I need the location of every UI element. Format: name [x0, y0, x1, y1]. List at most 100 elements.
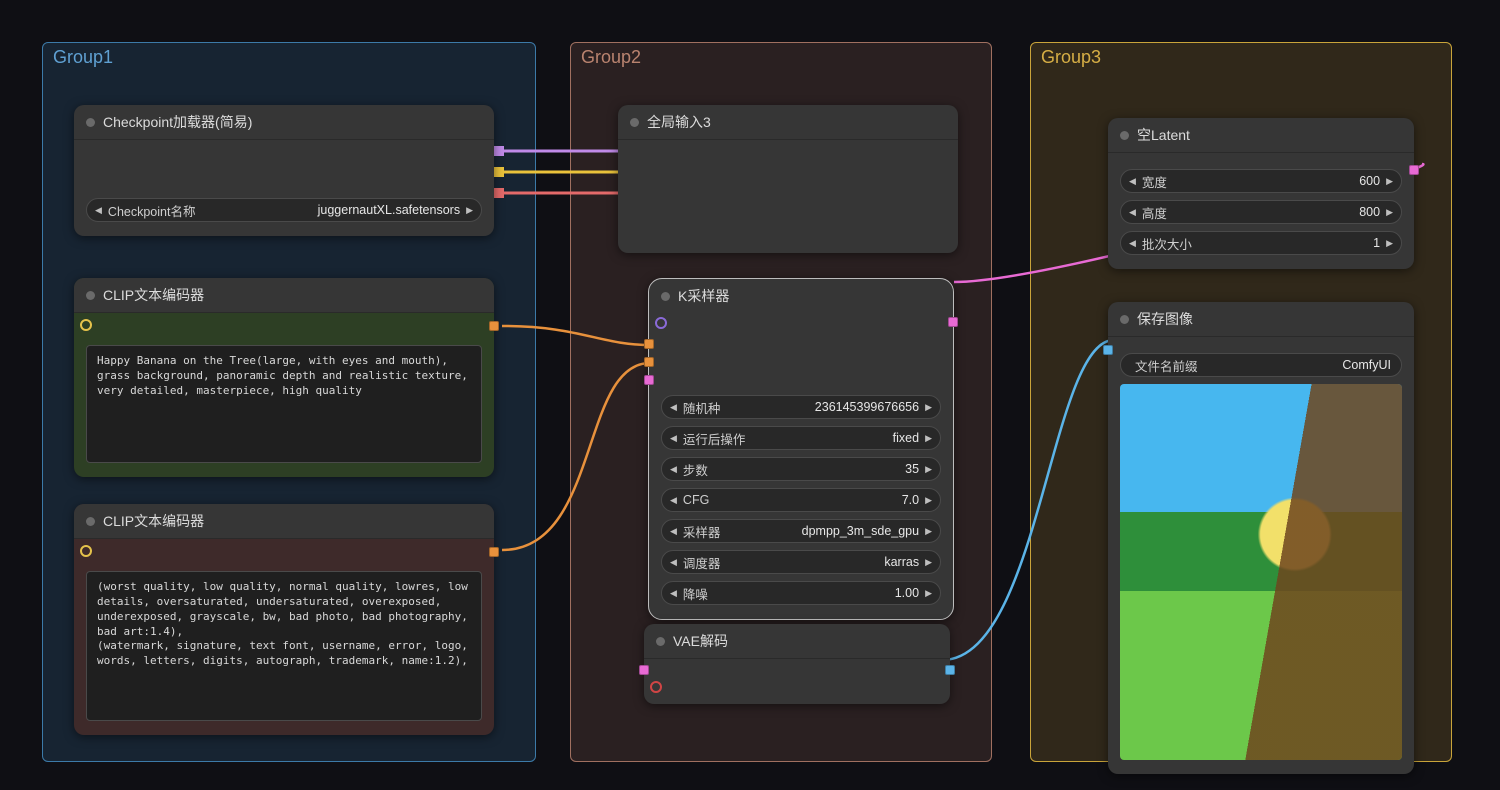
param-value: 7.0 [902, 493, 919, 507]
param-value: 1.00 [895, 586, 919, 600]
chevron-left-icon[interactable]: ◀ [668, 402, 679, 413]
output-image-preview[interactable] [1120, 384, 1402, 760]
chevron-right-icon[interactable]: ▶ [1384, 238, 1395, 249]
chevron-left-icon[interactable]: ◀ [668, 557, 679, 568]
chevron-right-icon[interactable]: ▶ [1384, 176, 1395, 187]
clip-input-port[interactable] [80, 545, 92, 557]
chevron-left-icon[interactable]: ◀ [668, 588, 679, 599]
latent-input-port[interactable] [644, 375, 654, 385]
chevron-left-icon[interactable]: ◀ [668, 433, 679, 444]
filename-prefix-field[interactable]: 文件名前缀 ComfyUI [1120, 353, 1402, 377]
node-collapse-icon[interactable] [86, 291, 95, 300]
group-3-title: Group3 [1041, 47, 1101, 68]
param-value: dpmpp_3m_sde_gpu [802, 524, 919, 538]
samples-input-port[interactable] [639, 665, 649, 675]
conditioning-output-port[interactable] [489, 321, 499, 331]
images-input-port[interactable] [1103, 345, 1113, 355]
node-title: CLIP文本编码器 [103, 511, 204, 531]
param-label: 批次大小 [1142, 234, 1373, 253]
node-collapse-icon[interactable] [1120, 131, 1129, 140]
latent-output-port[interactable] [1409, 165, 1419, 175]
latent-row-0[interactable]: ◀宽度600▶ [1120, 169, 1402, 193]
node-checkpoint-loader[interactable]: Checkpoint加载器(简易) ◀ Checkpoint名称 juggern… [74, 105, 494, 236]
chevron-left-icon[interactable]: ◀ [1127, 238, 1138, 249]
chevron-right-icon[interactable]: ▶ [923, 495, 934, 506]
checkpoint-name-value: juggernautXL.safetensors [318, 203, 460, 217]
param-value: 236145399676656 [815, 400, 919, 414]
node-clip-positive[interactable]: CLIP文本编码器 Happy Banana on the Tree(large… [74, 278, 494, 477]
image-output-port[interactable] [945, 665, 955, 675]
group-2-title: Group2 [581, 47, 641, 68]
param-label: 高度 [1142, 203, 1359, 222]
node-clip-negative[interactable]: CLIP文本编码器 (worst quality, low quality, n… [74, 504, 494, 735]
filename-prefix-value: ComfyUI [1342, 358, 1391, 372]
ksampler-row-0[interactable]: ◀ 随机种236145399676656 ▶ [661, 395, 941, 419]
param-value: karras [884, 555, 919, 569]
ksampler-row-6[interactable]: ◀ 降噪1.00 ▶ [661, 581, 941, 605]
param-value: 1 [1373, 236, 1380, 250]
checkpoint-name-field[interactable]: ◀ Checkpoint名称 juggernautXL.safetensors … [86, 198, 482, 222]
chevron-right-icon[interactable]: ▶ [923, 526, 934, 537]
param-value: 35 [905, 462, 919, 476]
param-label: 宽度 [1142, 172, 1359, 191]
chevron-right-icon[interactable]: ▶ [464, 205, 475, 216]
param-label: 步数 [683, 460, 905, 479]
negative-prompt-text[interactable]: (worst quality, low quality, normal qual… [86, 571, 482, 721]
node-ksampler[interactable]: K采样器 ◀ 随机种236145399676656 ▶ ◀ 运行后操作fixed ▶ ◀ 步数… [648, 278, 954, 620]
latent-output-port[interactable] [948, 317, 958, 327]
chevron-right-icon[interactable]: ▶ [923, 557, 934, 568]
param-value: fixed [893, 431, 919, 445]
chevron-right-icon[interactable]: ▶ [923, 588, 934, 599]
clip-input-port[interactable] [80, 319, 92, 331]
ksampler-row-3[interactable]: ◀ CFG7.0 ▶ [661, 488, 941, 512]
chevron-right-icon[interactable]: ▶ [923, 464, 934, 475]
ksampler-row-1[interactable]: ◀ 运行后操作fixed ▶ [661, 426, 941, 450]
filename-prefix-label: 文件名前缀 [1135, 356, 1342, 375]
latent-row-1[interactable]: ◀ 高度800 ▶ [1120, 200, 1402, 224]
chevron-right-icon[interactable]: ▶ [1384, 207, 1395, 218]
vae-input-port[interactable] [650, 681, 662, 693]
chevron-left-icon[interactable]: ◀ [668, 495, 679, 506]
chevron-left-icon[interactable]: ◀ [1127, 207, 1138, 218]
node-collapse-icon[interactable] [661, 292, 670, 301]
param-label: 运行后操作 [683, 429, 893, 448]
node-empty-latent[interactable]: 空Latent ◀宽度600▶◀高度800▶◀批次大小1▶ [1108, 118, 1414, 269]
node-collapse-icon[interactable] [630, 118, 639, 127]
chevron-right-icon[interactable]: ▶ [923, 433, 934, 444]
group-1-title: Group1 [53, 47, 113, 68]
node-collapse-icon[interactable] [86, 118, 95, 127]
chevron-left-icon[interactable]: ◀ [93, 205, 104, 216]
ksampler-row-4[interactable]: ◀ 采样器dpmpp_3m_sde_gpu ▶ [661, 519, 941, 543]
positive-prompt-text[interactable]: Happy Banana on the Tree(large, with eye… [86, 345, 482, 463]
node-title: Checkpoint加载器(简易) [103, 112, 252, 132]
chevron-right-icon[interactable]: ▶ [923, 402, 934, 413]
node-save-image[interactable]: 保存图像 文件名前缀 ComfyUI [1108, 302, 1414, 774]
checkpoint-name-label: Checkpoint名称 [108, 201, 318, 220]
node-collapse-icon[interactable] [1120, 315, 1129, 324]
param-label: 降噪 [683, 584, 895, 603]
node-title: 保存图像 [1137, 309, 1193, 329]
negative-input-port[interactable] [644, 357, 654, 367]
param-label: CFG [683, 493, 902, 507]
chevron-left-icon[interactable]: ◀ [668, 464, 679, 475]
node-title: 空Latent [1137, 125, 1190, 145]
ksampler-row-2[interactable]: ◀ 步数35 ▶ [661, 457, 941, 481]
node-title: VAE解码 [673, 631, 728, 651]
node-collapse-icon[interactable] [86, 517, 95, 526]
node-title: CLIP文本编码器 [103, 285, 204, 305]
chevron-left-icon[interactable]: ◀ [668, 526, 679, 537]
chevron-left-icon[interactable]: ◀ [1127, 176, 1138, 187]
param-label: 随机种 [683, 398, 815, 417]
node-title: K采样器 [678, 286, 729, 306]
param-value: 800 [1359, 205, 1380, 219]
param-label: 调度器 [683, 553, 884, 572]
node-vae-decode[interactable]: VAE解码 [644, 624, 950, 704]
model-input-port[interactable] [655, 317, 667, 329]
positive-input-port[interactable] [644, 339, 654, 349]
param-label: 采样器 [683, 522, 802, 541]
conditioning-output-port[interactable] [489, 547, 499, 557]
node-collapse-icon[interactable] [656, 637, 665, 646]
latent-row-2[interactable]: ◀ 批次大小1 ▶ [1120, 231, 1402, 255]
ksampler-row-5[interactable]: ◀ 调度器karras ▶ [661, 550, 941, 574]
node-global-input[interactable]: 全局输入3 [618, 105, 958, 253]
